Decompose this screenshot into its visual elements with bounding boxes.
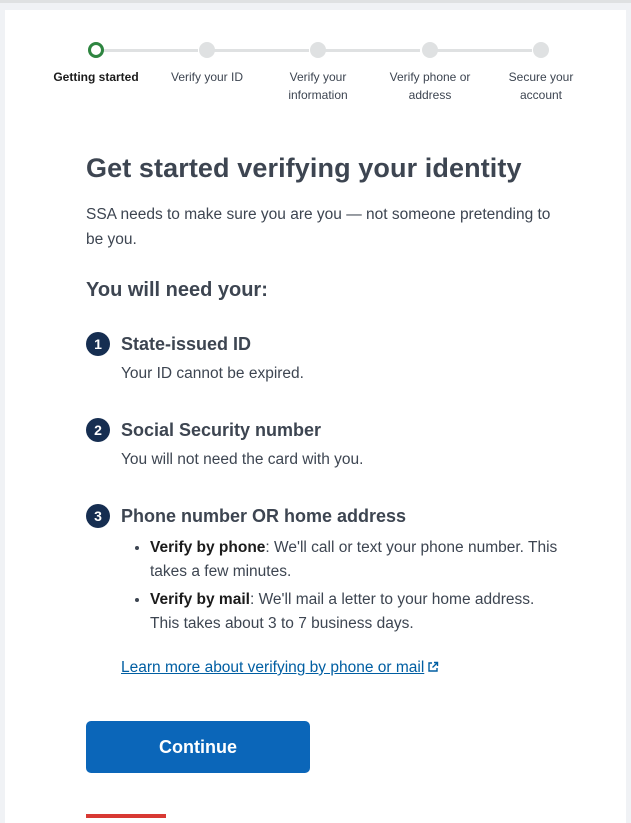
step-secure-account: Secure your account — [486, 40, 596, 104]
step-indicator: Getting started Verify your ID Verify yo… — [41, 40, 601, 110]
step-verify-information: Verify your information — [263, 40, 373, 104]
requirement-title: Social Security number — [121, 420, 322, 440]
verification-card: Getting started Verify your ID Verify yo… — [5, 10, 626, 823]
step-label: Secure your account — [508, 70, 574, 102]
requirement-ssn: 2 Social Security number You will not ne… — [86, 416, 566, 472]
requirement-description: You will not need the card with you. — [121, 451, 364, 468]
page-edge — [626, 10, 631, 823]
step-upcoming-icon — [310, 42, 326, 58]
intro-text: SSA needs to make sure you are you — not… — [86, 206, 551, 248]
requirement-title: Phone number OR home address — [121, 506, 407, 526]
main-content: Get started verifying your identity SSA … — [86, 150, 566, 680]
step-label: Getting started — [53, 70, 139, 84]
external-link-icon — [428, 661, 439, 672]
page-title: Get started verifying your identity — [86, 153, 522, 183]
step-verify-phone-or-address: Verify phone or address — [375, 40, 485, 104]
list-item: Verify by phone: We'll call or text your… — [150, 536, 566, 584]
need-heading: You will need your: — [86, 279, 268, 301]
requirement-state-id: 1 State-issued ID Your ID cannot be expi… — [86, 330, 566, 386]
step-getting-started: Getting started — [41, 40, 151, 86]
top-border — [0, 0, 631, 3]
step-label: Verify your information — [288, 70, 348, 102]
step-upcoming-icon — [199, 42, 215, 58]
learn-more-label: Learn more about verifying by phone or m… — [121, 659, 425, 676]
number-badge-icon: 1 — [86, 332, 110, 356]
option-label: Verify by mail — [150, 591, 250, 608]
number-badge-icon: 2 — [86, 418, 110, 442]
step-verify-id: Verify your ID — [152, 40, 262, 86]
requirement-phone-or-address: 3 Phone number OR home address Verify by… — [86, 502, 566, 636]
list-item: Verify by mail: We'll mail a letter to y… — [150, 588, 566, 636]
requirement-title: State-issued ID — [121, 334, 252, 354]
continue-button[interactable]: Continue — [86, 721, 310, 773]
step-label: Verify your ID — [170, 70, 244, 84]
step-label: Verify phone or address — [389, 70, 471, 102]
number-badge-icon: 3 — [86, 504, 110, 528]
step-upcoming-icon — [422, 42, 438, 58]
step-upcoming-icon — [533, 42, 549, 58]
accent-bar — [86, 814, 166, 818]
step-current-icon — [88, 42, 104, 58]
verification-options-list: Verify by phone: We'll call or text your… — [121, 536, 566, 636]
option-label: Verify by phone — [150, 539, 266, 556]
requirement-description: Your ID cannot be expired. — [121, 365, 304, 382]
learn-more-link[interactable]: Learn more about verifying by phone or m… — [121, 656, 439, 680]
